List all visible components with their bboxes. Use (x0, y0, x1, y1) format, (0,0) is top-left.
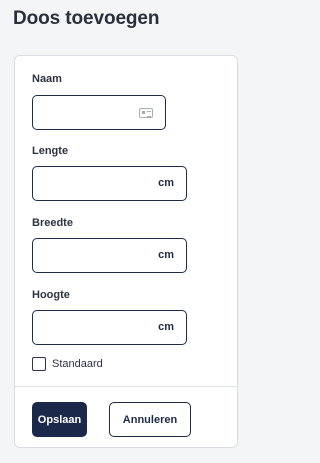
width-label: Breedte (32, 217, 73, 229)
length-unit: cm (158, 177, 174, 189)
page-title: Doos toevoegen (13, 8, 160, 29)
default-option: Standaard (32, 357, 103, 371)
contact-card-icon (139, 108, 153, 118)
length-field[interactable]: cm (32, 166, 187, 201)
add-box-form: Naam Lengte cm Breedte cm Hoogte cm Stan… (14, 55, 238, 448)
footer-divider (15, 386, 237, 387)
add-box-page: Doos toevoegen Naam Lengte cm Breedte cm… (0, 0, 238, 463)
save-button[interactable]: Opslaan (32, 402, 87, 437)
height-field[interactable]: cm (32, 310, 187, 345)
height-label: Hoogte (32, 289, 70, 301)
length-label: Lengte (32, 145, 69, 157)
width-unit: cm (158, 249, 174, 261)
default-checkbox[interactable] (32, 357, 46, 371)
height-unit: cm (158, 321, 174, 333)
default-checkbox-label[interactable]: Standaard (52, 358, 103, 370)
name-field[interactable] (32, 95, 166, 130)
width-field[interactable]: cm (32, 238, 187, 273)
cancel-button[interactable]: Annuleren (109, 402, 191, 437)
name-label: Naam (32, 73, 62, 85)
